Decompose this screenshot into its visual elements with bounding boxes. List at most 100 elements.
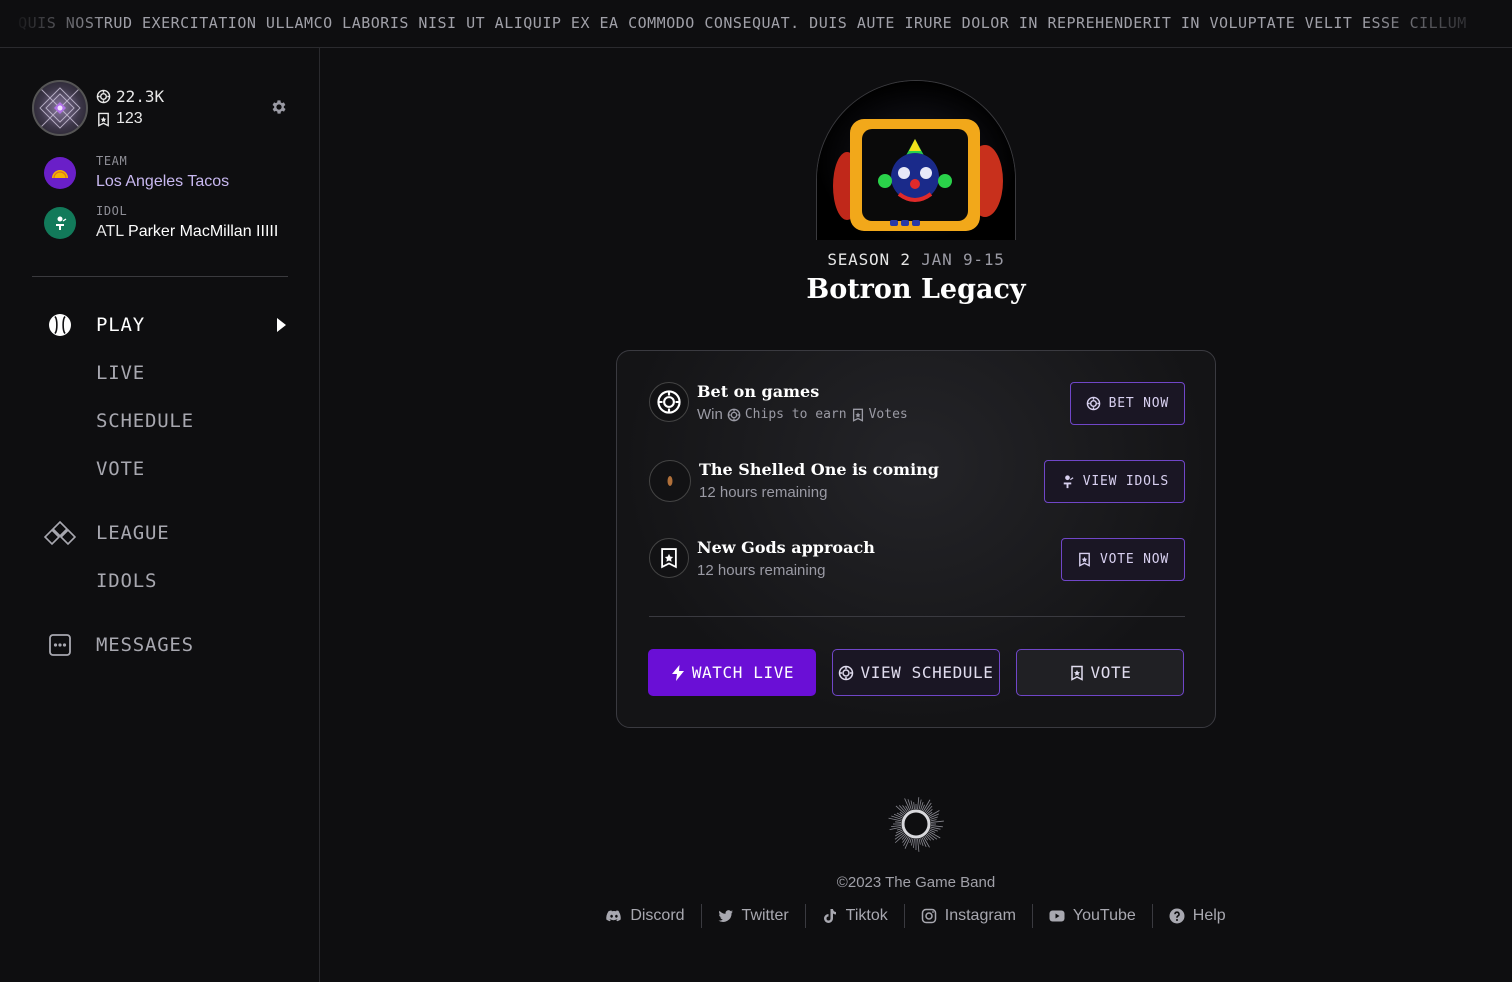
help-link[interactable]: Help [1153,907,1242,925]
chip-icon [1086,396,1100,411]
nav-vote[interactable]: VOTE [96,458,145,480]
vote-ticket-icon [852,408,863,422]
team-badge[interactable] [44,157,76,189]
sun-ray [891,825,902,828]
sun-ray [926,808,933,815]
peanut-badge [649,460,691,502]
idol-figure-icon [56,216,67,230]
tiktok-link[interactable]: Tiktok [806,907,904,925]
idol-name-link[interactable]: ATL Parker MacMillan IIIII [96,223,278,241]
season-dates: JAN 9-15 [921,250,1005,269]
vote-badge [649,538,689,578]
ticker-fade-right [1362,0,1512,47]
help-icon [1169,908,1185,924]
sun-ray [917,838,920,852]
vote-ticket-icon [661,548,677,569]
help-label: Help [1192,907,1226,924]
discord-icon [606,910,622,922]
season-label: SEASON 2 [827,250,911,269]
shelled-one-row: The Shelled One is coming 12 hours remai… [649,460,1185,504]
nav-schedule[interactable]: SCHEDULE [96,410,194,432]
profile-summary: 22.3K 123 [32,80,288,136]
nav-idols[interactable]: IDOLS [96,570,157,592]
idol-player-name: Parker MacMillan IIIII [128,223,279,240]
nav-play[interactable]: PLAY [96,314,145,336]
vote-now-button[interactable]: VOTE NOW [1060,538,1185,581]
taco-icon [52,170,68,179]
new-gods-row: New Gods approach 12 hours remaining VOT… [649,538,1185,582]
bet-chip-badge [649,382,689,422]
league-diamonds-icon [44,517,76,549]
nav-live[interactable]: LIVE [96,362,145,384]
chip-icon [839,665,854,680]
vote-button[interactable]: VOTE [1016,649,1184,696]
bet-sub-prefix: Win [697,406,723,423]
bet-sub-chips: Chips to earn [744,407,847,422]
season-title: Botron Legacy [806,274,1026,305]
discord-link[interactable]: Discord [590,907,700,925]
chip-icon [657,390,681,414]
instagram-label: Instagram [944,907,1016,924]
vote-ticket-icon [98,112,109,127]
view-schedule-button[interactable]: VIEW SCHEDULE [832,649,1000,696]
game-band-sun-logo [888,797,944,852]
season-hero-image [816,80,1016,240]
shelled-one-title: The Shelled One is coming [699,460,939,479]
sun-ray [902,805,908,813]
gear-icon[interactable] [270,98,288,116]
ticker-text: AM, QUIS NOSTRUD EXERCITATION ULLAMCO LA… [0,14,1467,32]
sun-ray [895,821,902,823]
sidebar: 22.3K 123 TEAM Los Angeles Tacos IDOL AT… [0,48,320,982]
sun-ray [917,797,920,810]
bet-row: Bet on games Win Chips to earn Votes BET… [649,382,1185,426]
season-info: SEASON 2 JAN 9-15 [320,250,1512,269]
view-idols-button[interactable]: VIEW IDOLS [1043,460,1185,503]
votes-value: 123 [116,110,143,127]
bet-now-label: BET NOW [1108,396,1169,411]
chip-icon [727,408,741,421]
vote-ticket-icon [1079,552,1090,567]
peanut-icon [667,476,673,486]
avatar-emblem-icon [39,87,81,129]
idol-badge[interactable] [44,207,76,239]
sun-ray [896,828,902,831]
sun-ray [910,800,914,810]
new-gods-title: New Gods approach [697,538,875,557]
sun-ray [930,820,944,823]
sun-ray [930,825,943,828]
sidebar-divider [32,276,288,277]
watch-live-label: WATCH LIVE [691,663,795,682]
ticker-fade-left [0,0,110,47]
caret-right-icon[interactable] [274,318,288,332]
youtube-link[interactable]: YouTube [1033,907,1152,925]
team-name-link[interactable]: Los Angeles Tacos [96,173,229,191]
discord-label: Discord [630,907,685,924]
nav-league[interactable]: LEAGUE [96,522,169,544]
youtube-label: YouTube [1072,907,1136,924]
sun-ray [902,835,908,843]
instagram-link[interactable]: Instagram [905,907,1032,925]
news-ticker: AM, QUIS NOSTRUD EXERCITATION ULLAMCO LA… [0,0,1512,48]
messages-icon [44,629,76,661]
nav-messages[interactable]: MESSAGES [96,634,194,656]
instagram-icon [921,908,936,924]
lightning-icon [671,664,684,681]
sun-ray [909,838,912,844]
botron-robot-icon [817,81,1015,240]
sun-ray [911,838,914,846]
twitter-link[interactable]: Twitter [702,907,805,925]
avatar[interactable] [32,80,88,136]
bet-now-button[interactable]: BET NOW [1069,382,1185,425]
bet-sub-votes: Votes [868,407,908,422]
main-content: SEASON 2 JAN 9-15 Botron Legacy Bet on g… [320,48,1512,982]
sun-ray [895,831,904,837]
shelled-one-subtitle: 12 hours remaining [699,484,828,501]
vote-ticket-icon [1070,665,1083,681]
idol-figure-icon [1063,475,1074,489]
idol-label: IDOL [96,204,128,218]
footer-links: Discord Twitter Tiktok Instagram YouTube… [320,904,1512,928]
new-gods-subtitle: 12 hours remaining [697,562,826,579]
vote-now-label: VOTE NOW [1099,552,1169,567]
sun-ray [913,838,915,848]
watch-live-button[interactable]: WATCH LIVE [648,649,816,696]
